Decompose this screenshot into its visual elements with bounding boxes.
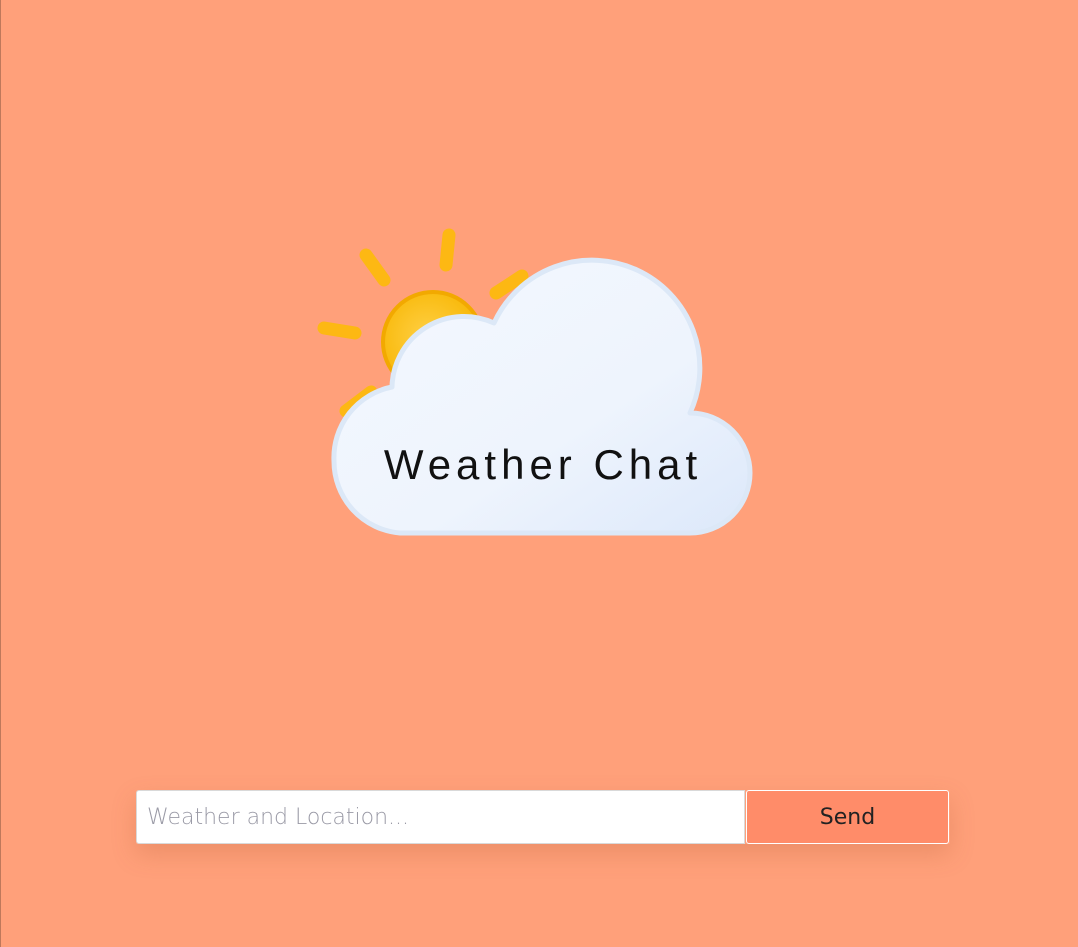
app-logo: Weather Chat xyxy=(300,215,770,555)
send-button[interactable]: Send xyxy=(746,790,949,844)
weather-location-input[interactable] xyxy=(136,790,745,844)
chat-input-bar: Send xyxy=(136,790,950,844)
sun-cloud-icon xyxy=(317,228,753,536)
page: Weather Chat Send xyxy=(0,0,1078,947)
app-title: Weather Chat xyxy=(383,441,703,488)
window-edge xyxy=(0,0,1,947)
cloud-icon xyxy=(331,257,753,536)
